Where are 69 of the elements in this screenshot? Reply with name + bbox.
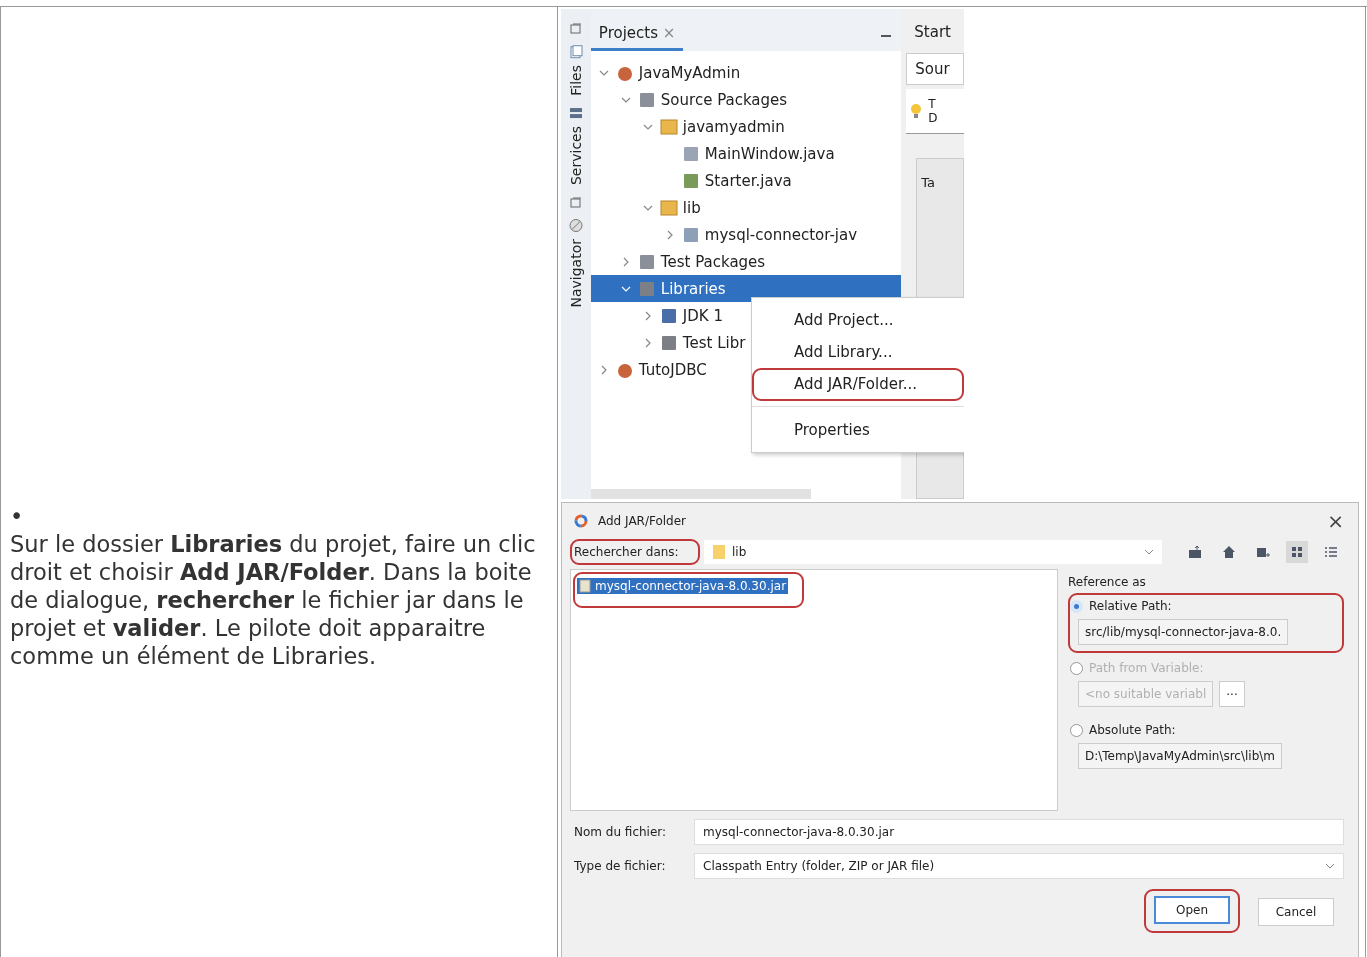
menu-item[interactable]: Add JAR/Folder... — [754, 370, 962, 399]
menu-item[interactable]: Add Project... — [754, 306, 962, 334]
chevron-down-icon — [1325, 863, 1335, 869]
tree-item[interactable]: Starter.java — [590, 167, 902, 194]
libraries-icon — [637, 279, 656, 298]
radio-button[interactable] — [1070, 723, 1083, 737]
hint-text: T — [928, 97, 937, 111]
server-icon — [568, 105, 583, 120]
tree-item[interactable]: JavaMyAdmin — [590, 59, 902, 86]
jar-icon — [681, 225, 700, 244]
dialog-title: Add JAR/Folder — [598, 514, 688, 528]
side-tab[interactable]: Services — [567, 105, 584, 185]
package-icon — [659, 117, 678, 136]
file-name-field[interactable]: mysql-connector-java-8.0.30.jar — [694, 819, 1344, 845]
minimize-icon[interactable] — [881, 35, 892, 37]
instruction-paragraph: Sur le dossier Libraries du projet, faire un clic droit et choisir Add JAR/Folder. Dans la boite de dialogue, rechercher le fichier jar dans le projet et valider. Le pilote doit apparaitre comme un élément de Libraries. — [10, 530, 537, 670]
new-folder-icon — [1256, 545, 1270, 559]
file-name-label: Nom du fichier: — [573, 825, 668, 839]
grid-view-icon — [1290, 545, 1304, 559]
path-field[interactable]: D:\Temp\JavaMyAdmin\src\lib\m — [1078, 743, 1283, 769]
folder-icon — [712, 544, 726, 560]
java-icon — [681, 171, 700, 190]
side-tab[interactable]: Files — [567, 45, 584, 96]
dialog-button[interactable]: Cancel — [1258, 898, 1334, 926]
frame-tab[interactable]: Ta — [921, 175, 936, 190]
window-icon — [569, 23, 582, 35]
folder-up-icon — [1188, 545, 1202, 559]
libraries-icon — [659, 333, 678, 352]
chevron-down-icon — [1144, 549, 1154, 555]
source-tab[interactable]: Sour — [906, 53, 964, 85]
files-icon — [568, 45, 583, 59]
close-button[interactable]: × — [1327, 509, 1344, 533]
form-icon — [681, 144, 700, 163]
look-in-label: Rechercher dans: — [574, 545, 679, 559]
menu-item[interactable]: Add Library... — [754, 338, 962, 366]
file-type-label: Type de fichier: — [573, 859, 667, 873]
tree-item[interactable]: MainWindow.java — [590, 140, 902, 167]
jdk-icon — [659, 306, 678, 325]
look-in-dropdown[interactable]: lib — [704, 540, 1162, 564]
menu-item[interactable]: Properties — [754, 416, 962, 444]
hint-text: D — [928, 111, 938, 125]
radio-option[interactable]: Absolute Path: — [1070, 723, 1334, 737]
file-type-dropdown[interactable]: Classpath Entry (folder, ZIP or JAR file) — [694, 853, 1344, 879]
packages-icon — [637, 90, 656, 109]
home-icon — [1222, 545, 1236, 559]
jar-file-icon — [579, 579, 591, 593]
packages-icon — [637, 252, 656, 271]
side-tab[interactable]: Navigator — [567, 218, 584, 308]
tree-item[interactable]: Test Packages — [590, 248, 902, 275]
editor-tab[interactable]: Start — [906, 9, 964, 49]
file-item[interactable]: mysql-connector-java-8.0.30.jar — [577, 578, 789, 594]
list-view-icon — [1324, 545, 1338, 559]
dialog-button[interactable]: Open — [1154, 896, 1230, 924]
scrollbar[interactable] — [590, 489, 811, 499]
bullet-mark: • — [10, 502, 22, 530]
lightbulb-icon — [910, 103, 923, 119]
reference-label: Reference as — [1068, 574, 1147, 591]
tree-item[interactable]: mysql-connector-jav — [590, 221, 902, 248]
app-logo-icon — [574, 514, 588, 528]
grid-view-button[interactable] — [1286, 541, 1308, 563]
tree-item[interactable]: lib — [590, 194, 902, 221]
tree-item[interactable]: javamyadmin — [590, 113, 902, 140]
package-icon — [659, 198, 678, 217]
path-field[interactable]: src/lib/mysql-connector-java-8.0. — [1078, 619, 1289, 645]
compass-icon — [568, 218, 583, 233]
radio-option[interactable]: Relative Path: — [1070, 599, 1334, 613]
tree-item[interactable]: Source Packages — [590, 86, 902, 113]
projects-tab[interactable]: Projects × — [590, 24, 684, 51]
window-icon — [569, 196, 582, 209]
